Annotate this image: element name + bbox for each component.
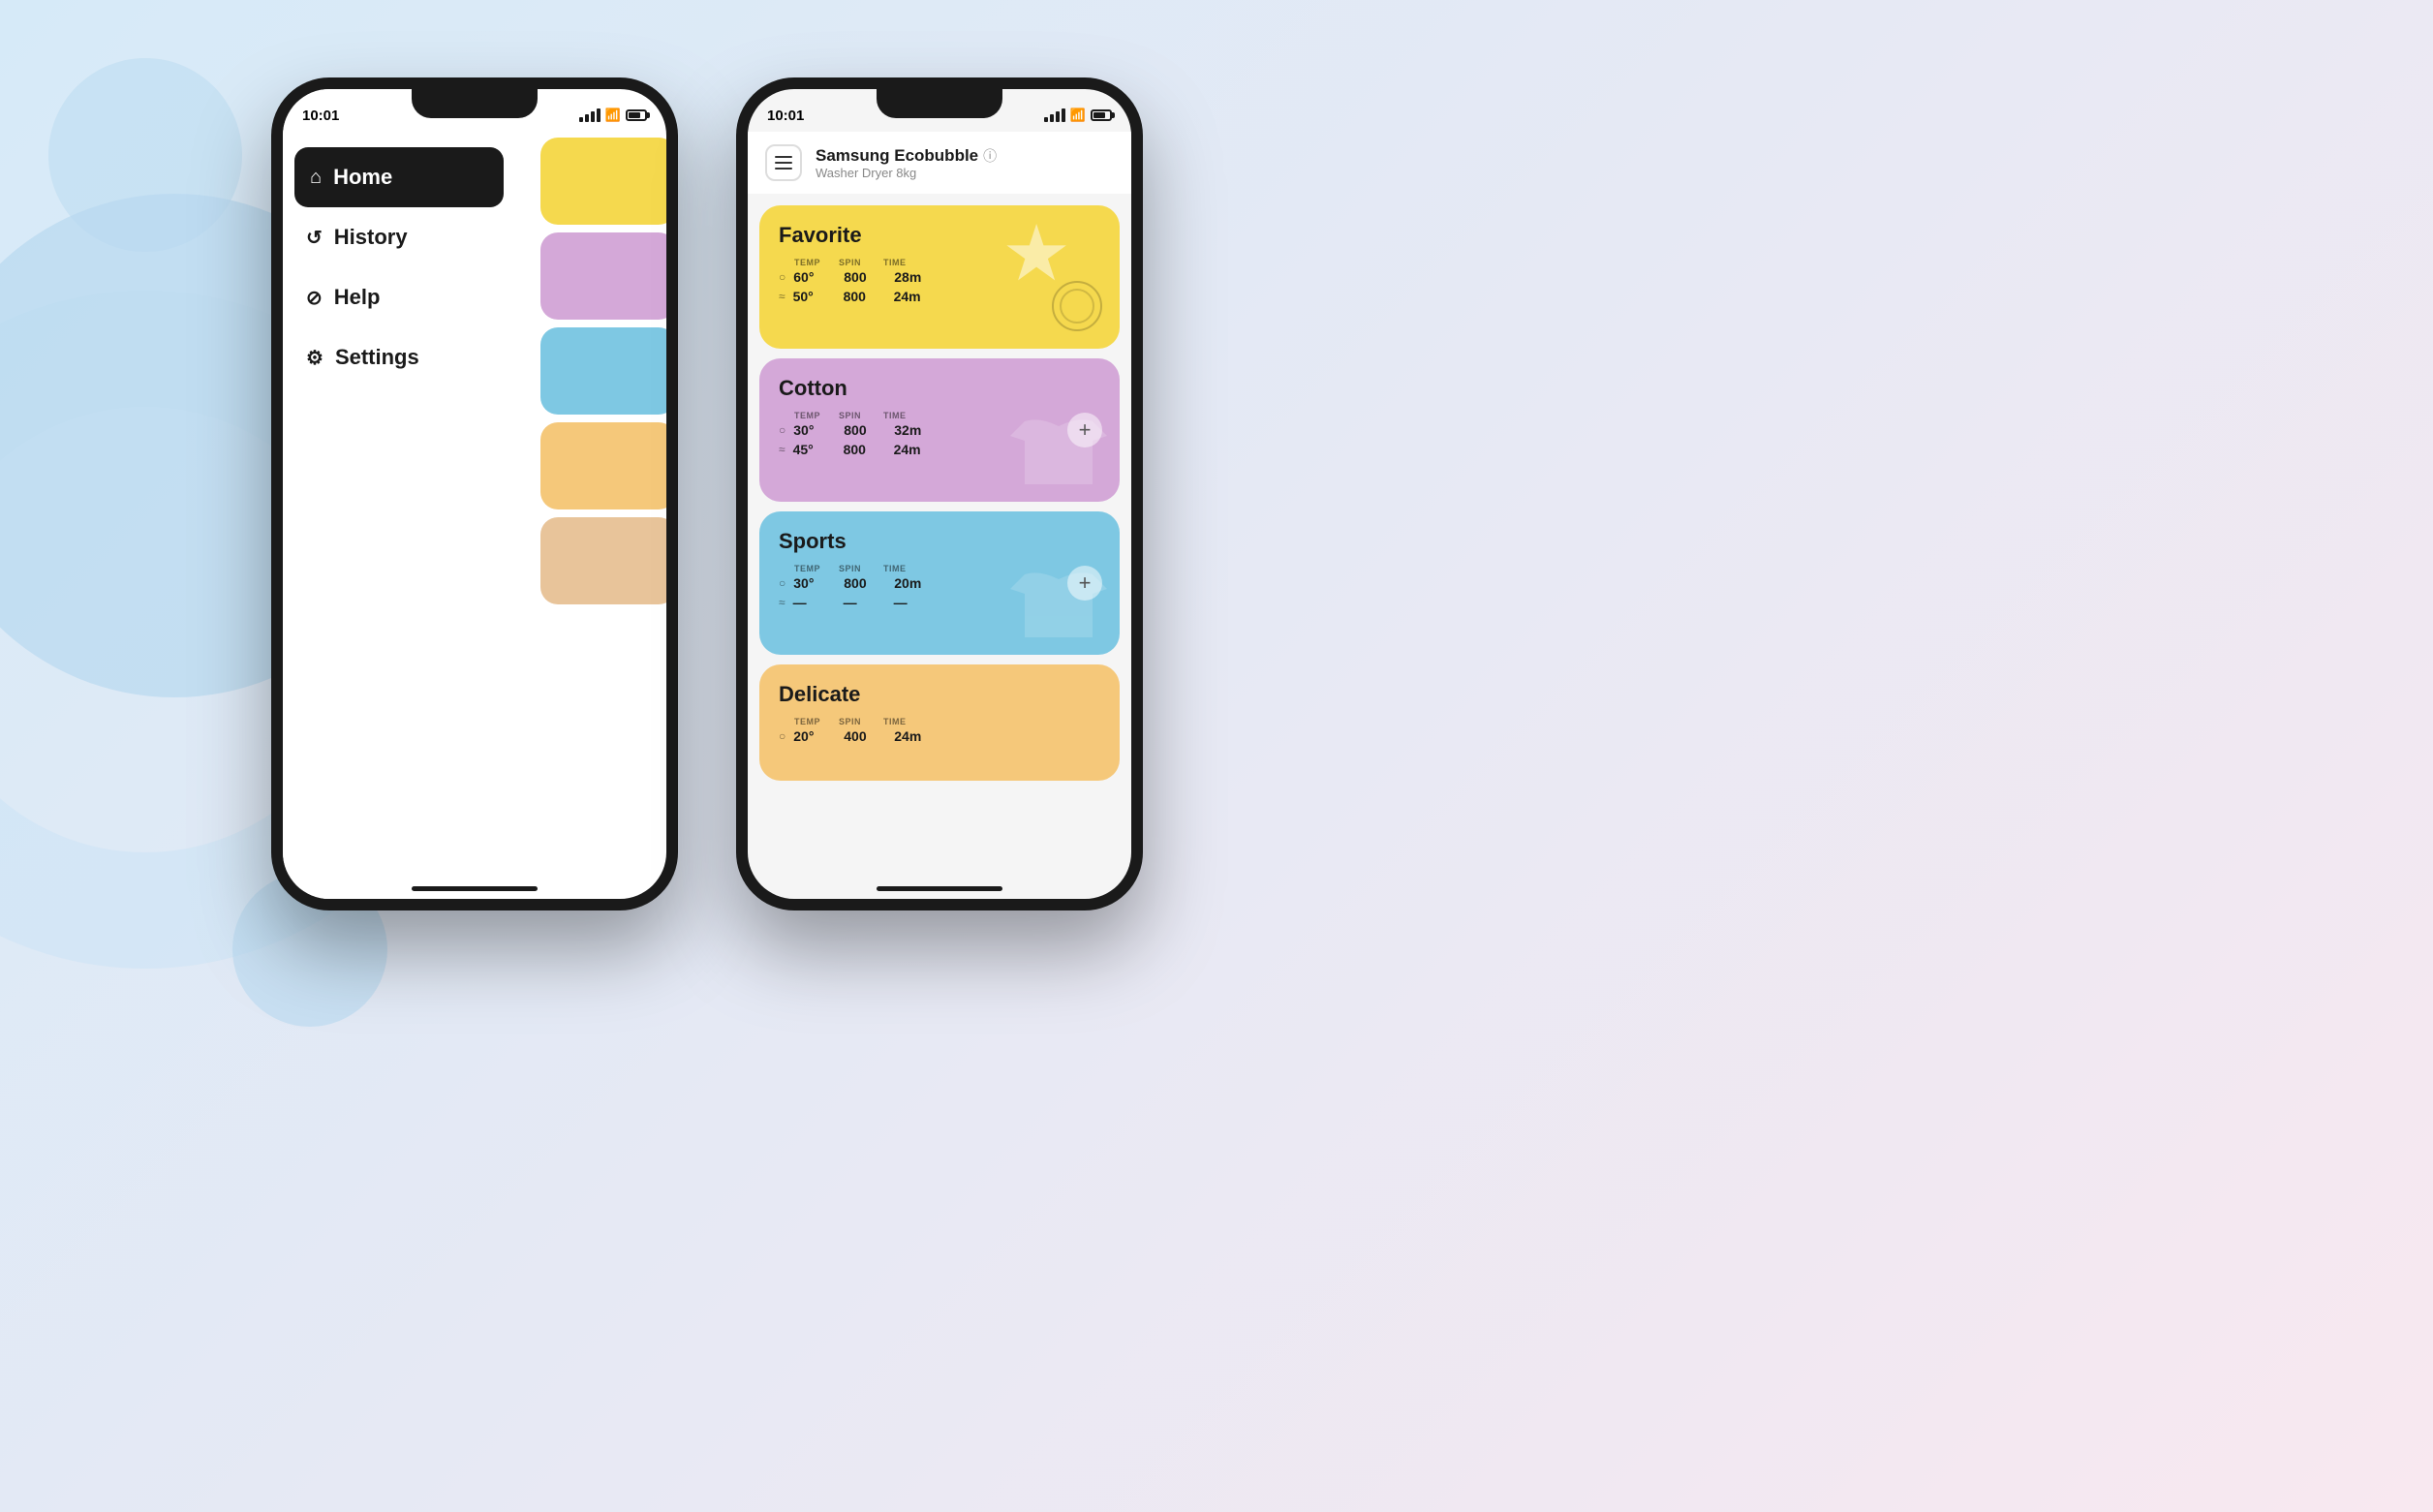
device-type: Washer Dryer 8kg [816, 166, 1114, 180]
phone-menu-screen: 10:01 📶 [283, 89, 666, 899]
home-bar-2 [877, 886, 1002, 891]
spin-icon-favorite [1052, 281, 1102, 331]
menu-item-settings[interactable]: ⚙ Settings [283, 327, 515, 387]
notch-2 [877, 89, 1002, 118]
signal-icon-2 [1044, 108, 1065, 122]
star-decoration: ★ [1001, 215, 1071, 293]
card-delicate-title: Delicate [779, 682, 1100, 707]
card-favorite[interactable]: Favorite TEMP SPIN TIME ○ 60° 800 28m ≈ [759, 205, 1120, 349]
peek-card-2 [540, 232, 666, 320]
battery-icon-2 [1091, 109, 1112, 121]
wifi-icon-1: 📶 [605, 108, 621, 123]
device-name: Samsung Ecobubble [816, 146, 978, 166]
card-sports-title: Sports [779, 529, 1100, 554]
card-sports[interactable]: Sports TEMP SPIN TIME ○ 30° 800 20m ≈ [759, 511, 1120, 655]
stat-row-delicate-1: ○ 20° 400 24m [779, 728, 1100, 744]
card-delicate-stats: ○ 20° 400 24m [779, 728, 1100, 744]
card-delicate[interactable]: Delicate TEMP SPIN TIME ○ 20° 400 24m [759, 664, 1120, 781]
peek-cards [540, 138, 666, 604]
card-cotton-title: Cotton [779, 376, 1100, 401]
settings-icon: ⚙ [306, 346, 323, 370]
home-bar-1 [412, 886, 538, 891]
info-icon[interactable]: ⓘ [983, 146, 997, 166]
phone-app-screen: 10:01 📶 [748, 89, 1131, 899]
shirt-decoration-cotton [1005, 412, 1112, 494]
menu-panel: ⌂ Home ↺ History ⊘ Help ⚙ Settings [283, 89, 515, 899]
shirt-decoration-sports [1005, 565, 1112, 647]
menu-item-home[interactable]: ⌂ Home [294, 147, 504, 207]
menu-item-help[interactable]: ⊘ Help [283, 267, 515, 327]
status-icons-1: 📶 [579, 108, 647, 123]
right-peek [515, 89, 666, 899]
help-icon: ⊘ [306, 286, 323, 310]
time-2: 10:01 [767, 108, 804, 124]
status-icons-2: 📶 [1044, 108, 1112, 123]
app-title-block: Samsung Ecobubble ⓘ Washer Dryer 8kg [816, 146, 1114, 180]
history-icon: ↺ [306, 226, 323, 250]
peek-card-3 [540, 327, 666, 415]
peek-card-4 [540, 422, 666, 509]
phone-menu: 10:01 📶 [271, 77, 678, 910]
battery-icon-1 [626, 109, 647, 121]
hamburger-button[interactable] [765, 144, 802, 181]
menu-item-history[interactable]: ↺ History [283, 207, 515, 267]
card-cotton[interactable]: Cotton TEMP SPIN TIME ○ 30° 800 32m ≈ [759, 358, 1120, 502]
home-icon: ⌂ [310, 167, 322, 189]
wifi-icon-2: 📶 [1070, 108, 1086, 123]
stat-headers-delicate: TEMP SPIN TIME [779, 717, 1100, 726]
time-1: 10:01 [302, 108, 339, 124]
phone-app: 10:01 📶 [736, 77, 1143, 910]
signal-icon-1 [579, 108, 601, 122]
cards-container: Favorite TEMP SPIN TIME ○ 60° 800 28m ≈ [748, 194, 1131, 899]
peek-card-1 [540, 138, 666, 225]
peek-card-5 [540, 517, 666, 604]
app-header: Samsung Ecobubble ⓘ Washer Dryer 8kg [748, 132, 1131, 194]
notch-1 [412, 89, 538, 118]
